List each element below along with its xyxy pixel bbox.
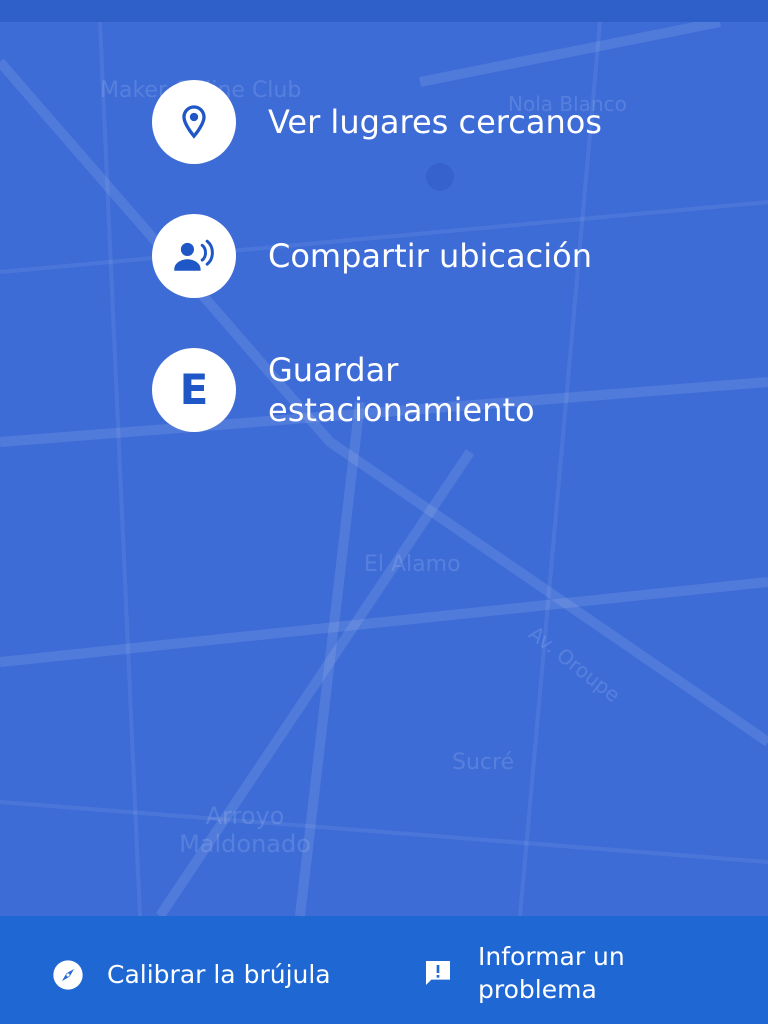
map-label: Sucré (452, 750, 515, 775)
share-location-label: Compartir ubicación (268, 237, 592, 275)
share-location-icon-circle (152, 214, 236, 298)
place-pin-icon (182, 105, 206, 139)
menu-item-share-location[interactable]: Compartir ubicación (152, 214, 592, 298)
bottom-action-bar: Calibrar la brújula Informar un problema (0, 916, 768, 1024)
report-problem-button[interactable]: Informar un problema (422, 940, 638, 1006)
parking-e-icon: E (179, 365, 209, 414)
screen: Maker Online Club Nola Blanco El Alamo A… (0, 0, 768, 1024)
report-feedback-icon (426, 961, 450, 985)
calibrate-compass-button[interactable]: Calibrar la brújula (52, 958, 331, 991)
calibrate-compass-label: Calibrar la brújula (107, 960, 331, 989)
save-parking-icon-circle: E (152, 348, 236, 432)
save-parking-label: Guardar estacionamiento (268, 351, 535, 429)
map-label: El Alamo (364, 552, 461, 577)
menu-item-save-parking[interactable]: E Guardar estacionamiento (152, 348, 648, 432)
nearby-places-icon-circle (152, 80, 236, 164)
share-location-person-icon (174, 239, 214, 271)
map-label: Arroyo Maldonado (179, 802, 311, 858)
status-bar-strip (0, 0, 768, 22)
menu-item-nearby-places[interactable]: Ver lugares cercanos (152, 80, 602, 164)
nearby-places-label: Ver lugares cercanos (268, 103, 602, 141)
compass-icon (53, 959, 83, 990)
report-problem-label: Informar un problema (478, 942, 625, 1004)
